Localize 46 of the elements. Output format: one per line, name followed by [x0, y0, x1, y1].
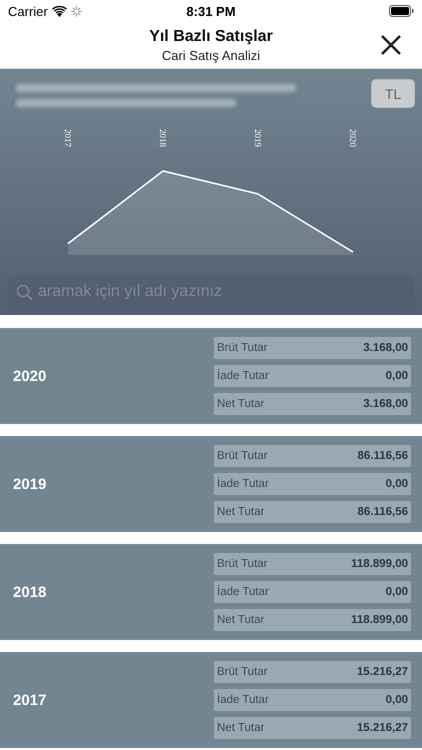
year-card[interactable]: 2018 Brüt Tutar 118.899,00 İade Tutar 0,00 Net Tutar 118.899,00: [0, 544, 422, 640]
year-label: 2018: [13, 584, 46, 600]
amount-value: 3.168,00: [363, 342, 408, 354]
amount-label: Net Tutar: [217, 506, 264, 518]
amount-label: Brüt Tutar: [217, 558, 268, 570]
amount-value: 0,00: [386, 586, 408, 598]
year-label: 2017: [13, 692, 46, 708]
status-time: 8:31 PM: [186, 4, 236, 18]
amount-label: İade Tutar: [217, 586, 269, 598]
amount-label: Net Tutar: [217, 398, 264, 410]
amount-label: Net Tutar: [217, 722, 264, 734]
currency-button[interactable]: TL: [371, 79, 415, 108]
amount-value: 15.216,27: [356, 722, 408, 734]
amount-label: Brüt Tutar: [217, 666, 268, 678]
year-label: 2020: [13, 368, 46, 384]
amount-value: 86.116,56: [357, 450, 408, 462]
amount-label: Brüt Tutar: [217, 450, 268, 462]
amount-value: 118.899,00: [351, 614, 408, 626]
year-label: 2019: [13, 476, 46, 492]
chart-year-label: 2020: [348, 128, 358, 148]
wifi-icon: [52, 6, 67, 16]
year-card[interactable]: 2017 Brüt Tutar 15.216,27 İade Tutar 0,00 Net Tutar 15.216,27: [0, 652, 422, 748]
amount-label: İade Tutar: [217, 370, 269, 382]
amount-label: İade Tutar: [217, 478, 269, 490]
amount-label: İade Tutar: [217, 694, 269, 706]
chart-year-label: 2019: [253, 128, 263, 148]
amount-value: 0,00: [386, 694, 408, 706]
year-card[interactable]: 2019 Brüt Tutar 86.116,56 İade Tutar 0,00 Net Tutar 86.116,56: [0, 436, 422, 532]
amount-value: 118.899,00: [351, 558, 408, 570]
battery-icon: [389, 5, 414, 17]
year-card[interactable]: 2020 Brüt Tutar 3.168,00 İade Tutar 0,00 Net Tutar 3.168,00: [0, 328, 422, 424]
amount-value: 0,00: [386, 370, 408, 382]
amount-label: Brüt Tutar: [217, 342, 268, 354]
search-icon: [16, 284, 33, 301]
screen-subtitle: Cari Satış Analizi: [162, 48, 260, 62]
close-button[interactable]: [380, 34, 402, 56]
spinner-icon: [70, 6, 82, 16]
amount-value: 0,00: [386, 478, 408, 490]
amount-value: 86.116,56: [357, 506, 408, 518]
screen-title: Yıl Bazlı Satışlar: [149, 28, 273, 46]
carrier-label: Carrier: [8, 4, 48, 18]
amount-value: 3.168,00: [363, 398, 408, 410]
amount-value: 15.216,27: [356, 666, 408, 678]
amount-label: Net Tutar: [217, 614, 264, 626]
chart-year-label: 2017: [63, 128, 73, 148]
chart-year-label: 2018: [158, 128, 168, 148]
